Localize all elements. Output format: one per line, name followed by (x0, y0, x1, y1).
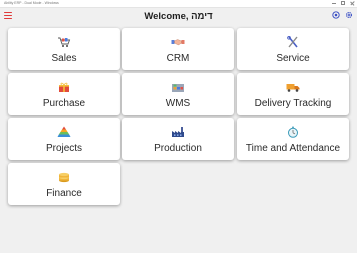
tile-projects[interactable]: Projects (8, 118, 120, 160)
tile-sales[interactable]: Sales (8, 28, 120, 70)
tile-production[interactable]: Production (122, 118, 234, 160)
tile-purchase[interactable]: Purchase (8, 73, 120, 115)
delivery-truck-icon (286, 81, 300, 93)
wrench-screwdriver-icon (286, 36, 300, 48)
tile-crm[interactable]: CRM (122, 28, 234, 70)
warehouse-icon (171, 81, 185, 93)
tile-label: Purchase (42, 98, 86, 109)
tile-label: Service (276, 53, 310, 64)
module-grid: Sales CRM Service Purchase WMS Delivery … (0, 0, 357, 253)
tile-label: Finance (46, 188, 82, 199)
purchase-gift-box-icon (57, 81, 71, 93)
tile-label: WMS (165, 98, 191, 109)
tile-label: Sales (51, 53, 77, 64)
tile-finance[interactable]: Finance (8, 163, 120, 205)
tile-label: Production (154, 143, 202, 154)
tile-wms[interactable]: WMS (122, 73, 234, 115)
tile-label: CRM (166, 53, 190, 64)
handshake-icon (171, 36, 185, 48)
tile-label: Delivery Tracking (254, 98, 332, 109)
shopping-cart-icon (57, 36, 71, 48)
factory-icon (171, 126, 185, 138)
tile-time-and-attendance[interactable]: Time and Attendance (237, 118, 349, 160)
coins-icon (57, 171, 71, 183)
tile-label: Time and Attendance (245, 143, 341, 154)
tile-label: Projects (45, 143, 83, 154)
tile-service[interactable]: Service (237, 28, 349, 70)
stopwatch-icon (286, 126, 300, 138)
tile-delivery-tracking[interactable]: Delivery Tracking (237, 73, 349, 115)
pyramid-icon (57, 126, 71, 138)
